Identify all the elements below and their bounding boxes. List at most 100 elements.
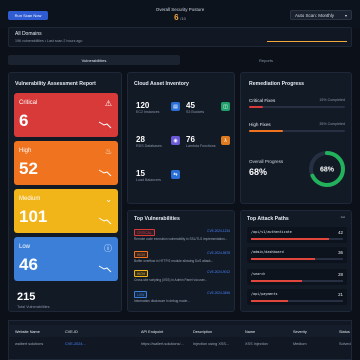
top-attack-paths-card: Top Attack Paths ⚯ /api/v1/authenticate … — [240, 210, 352, 312]
attack-path-count: 21 — [338, 292, 343, 297]
attack-path-bar — [251, 300, 343, 302]
server-icon: ▤ — [171, 102, 180, 111]
col-header-api-endpoint[interactable]: API Endpoint — [141, 330, 163, 334]
vuln-description: Buffer overflow in HTTP/2 module allowin… — [134, 259, 214, 263]
posture-score-value: 6 — [174, 13, 179, 22]
high-count: 52 — [19, 159, 38, 178]
severity-badge: LOW — [134, 291, 148, 298]
posture-score: 6 /10 — [162, 13, 198, 22]
low-card[interactable]: Low 46 ⓘ — [14, 237, 118, 281]
high-card[interactable]: High 52 ♨ — [14, 141, 118, 185]
col-header-website[interactable]: Website Name — [15, 330, 40, 334]
trend-down-icon — [98, 265, 112, 273]
attack-path-row[interactable]: /search 28 — [247, 269, 347, 285]
severity-badge: HIGH — [134, 251, 148, 258]
auto-scan-label: Auto Scan: Monthly — [295, 12, 335, 18]
cell-cve-id[interactable]: CVE-2024... — [65, 342, 86, 346]
attack-path-bar — [251, 280, 343, 282]
attack-paths-title: Top Attack Paths — [247, 216, 289, 222]
attack-path-row[interactable]: /api/payments 21 — [247, 289, 347, 305]
posture-title: Overall Security Posture — [155, 7, 205, 12]
asset-s3[interactable]: 45 S3 Buckets ◫ — [186, 101, 230, 114]
fire-icon: ♨ — [104, 147, 112, 156]
cve-id[interactable]: CVE-2024-9012 — [207, 270, 230, 274]
attack-path-count: 42 — [338, 230, 343, 235]
cell-status: Solved — [339, 342, 351, 346]
auto-scan-dropdown[interactable]: Auto Scan: Monthly ▾ — [290, 10, 352, 20]
critical-fixes-fill — [249, 106, 264, 108]
vuln-item[interactable]: HIGH CVE-2024-5678 Buffer overflow in HT… — [134, 251, 230, 263]
high-label: High — [19, 148, 32, 154]
attack-path-row[interactable]: /admin/dashboard 36 — [247, 247, 347, 263]
cell-website: walbert solutions — [15, 342, 44, 346]
run-scan-button[interactable]: Run Scan Now — [8, 11, 48, 20]
col-header-status[interactable]: Status — [339, 330, 350, 334]
domain-name: All Domains — [15, 31, 42, 37]
cloud-asset-inventory-card: Cloud Asset Inventory 120 EC2 Instances … — [127, 72, 235, 204]
vuln-item[interactable]: LOW CVE-2024-3456 Information disclosure… — [134, 291, 230, 303]
high-fixes-value: 35% Completed — [319, 122, 345, 126]
col-header-name[interactable]: Name — [245, 330, 255, 334]
trend-down-icon — [98, 169, 112, 177]
attack-path-row[interactable]: /api/v1/authenticate 42 — [247, 227, 347, 243]
overall-progress-ring-label: 68% — [320, 167, 335, 174]
overall-progress-label: Overall Progress — [249, 159, 284, 164]
cell-name: XSS Injection — [245, 342, 268, 346]
low-label: Low — [19, 244, 31, 250]
database-icon: ◉ — [171, 136, 180, 145]
overall-progress-value: 68% — [249, 167, 268, 177]
col-header-cve-id[interactable]: CVE-ID — [65, 330, 78, 334]
attack-path-fill — [251, 258, 316, 260]
vuln-description: Cross-site scripting (XSS) in Admin Pane… — [134, 278, 208, 282]
cve-id[interactable]: CVE-2024-5678 — [207, 251, 230, 255]
high-fixes-fill — [249, 130, 283, 132]
medium-label: Medium — [19, 196, 41, 202]
severity-badge: HIGH — [134, 270, 148, 277]
vuln-item[interactable]: CRITICAL CVE-2024-1234 Remote code execu… — [134, 229, 230, 241]
cell-severity: Medium — [293, 342, 307, 346]
link-icon[interactable]: ⚯ — [341, 215, 345, 221]
cve-id[interactable]: CVE-2024-1234 — [207, 229, 230, 233]
critical-label: Critical — [19, 100, 38, 106]
attack-path-count: 28 — [338, 272, 343, 277]
severity-badge: CRITICAL — [134, 229, 155, 236]
trend-down-icon — [98, 121, 112, 129]
assessment-title: Vulnerability Assessment Report — [15, 81, 96, 87]
cve-id[interactable]: CVE-2024-3456 — [207, 291, 230, 295]
asset-lambda[interactable]: 76 Lambda Functions λ — [186, 135, 230, 148]
critical-card[interactable]: Critical 6 ⚠ — [14, 93, 118, 137]
tab-vulnerabilities[interactable]: Vulnerabilities — [8, 55, 180, 65]
critical-fixes-bar — [249, 106, 345, 108]
overall-progress-ring: 68% — [309, 151, 345, 187]
col-header-severity[interactable]: Severity — [293, 330, 307, 334]
domain-bar[interactable]: All Domains 196 vulnerabilities • Last s… — [8, 27, 352, 47]
asset-ec2[interactable]: 120 EC2 Instances ▤ — [136, 101, 180, 114]
info-icon: ⓘ — [104, 244, 112, 253]
attack-path-fill — [251, 238, 330, 240]
critical-fixes-row: Critical Fixes 15% Completed — [249, 98, 345, 108]
tab-reports[interactable]: Reports — [180, 55, 352, 65]
tab-bar: Vulnerabilities Reports — [8, 55, 352, 65]
balancer-icon: ⇆ — [171, 170, 180, 179]
total-vulnerabilities-count: 215 — [17, 291, 36, 303]
top-vulnerabilities-title: Top Vulnerabilities — [134, 216, 180, 222]
vulnerability-assessment-card: Vulnerability Assessment Report Critical… — [8, 72, 122, 312]
attack-path: /api/payments — [251, 292, 278, 296]
low-count: 46 — [19, 255, 38, 274]
high-fixes-row: High Fixes 35% Completed — [249, 122, 345, 132]
chevron-down-icon: ▾ — [344, 12, 347, 18]
vuln-item[interactable]: HIGH CVE-2024-9012 Cross-site scripting … — [134, 270, 230, 282]
asset-load-balancer[interactable]: 15 Load Balancers ⇆ — [136, 169, 180, 182]
vuln-description: Remote code execution vulnerability in S… — [134, 237, 228, 241]
medium-card[interactable]: Medium 101 ⌄ — [14, 189, 118, 233]
chevron-down-icon: ⌄ — [105, 195, 112, 204]
critical-fixes-value: 15% Completed — [319, 98, 345, 102]
cell-api-endpoint: https://wallert.solutions/... — [141, 342, 184, 346]
critical-count: 6 — [19, 111, 29, 130]
high-fixes-bar — [249, 130, 345, 132]
vulnerability-table: Website Name CVE-ID API Endpoint Descrip… — [8, 320, 352, 360]
domain-meta: 196 vulnerabilities • Last scan 2 hours … — [15, 39, 83, 43]
medium-count: 101 — [19, 207, 48, 226]
col-header-description[interactable]: Description — [193, 330, 212, 334]
asset-rds[interactable]: 28 RDS Databases ◉ — [136, 135, 180, 148]
